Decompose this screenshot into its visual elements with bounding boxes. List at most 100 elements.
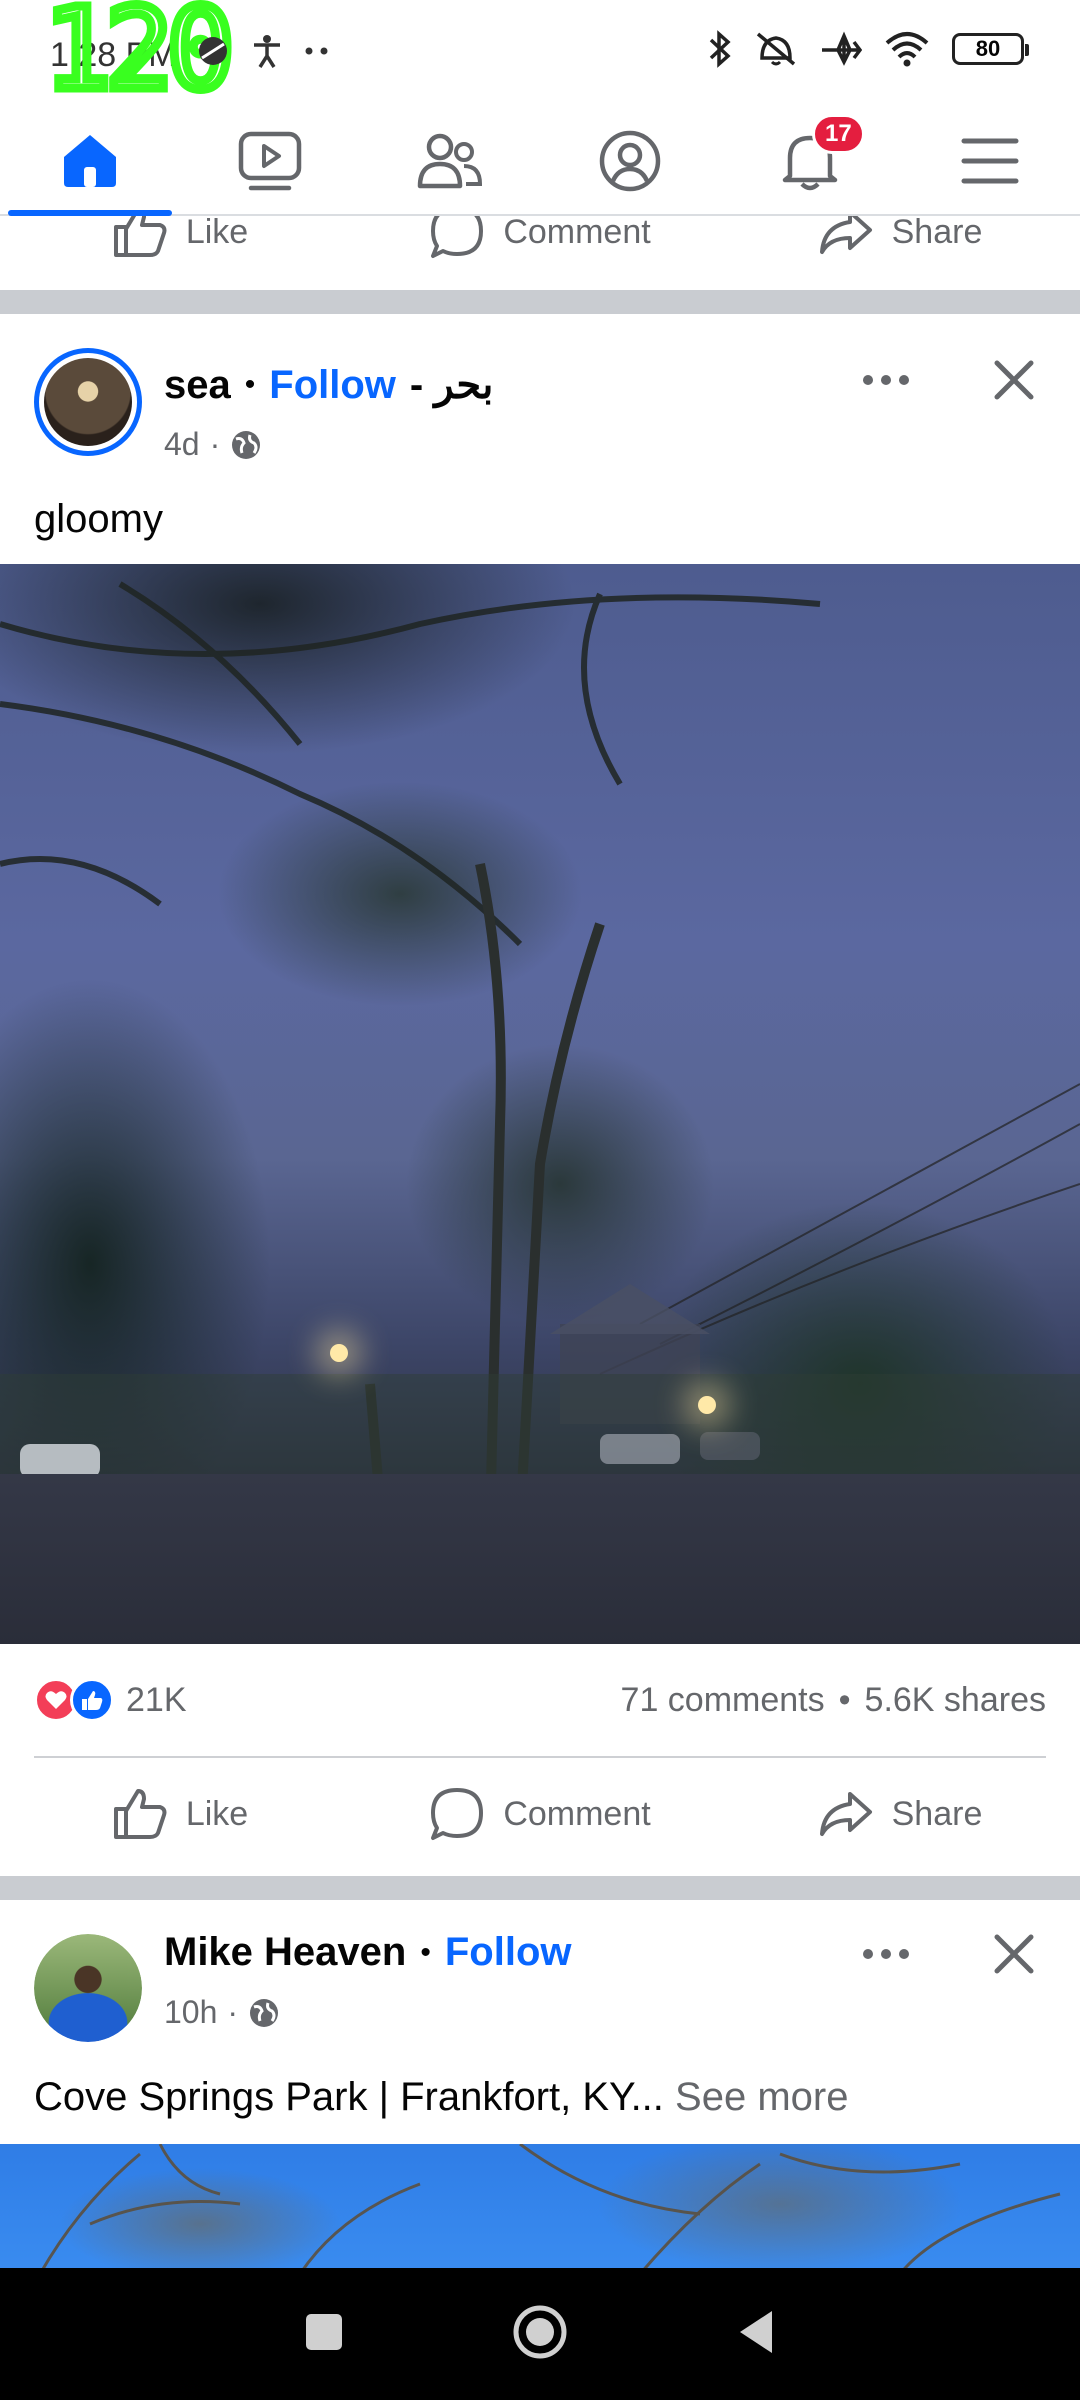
post-meta: 10h · (164, 1994, 280, 2031)
author-avatar[interactable] (34, 348, 142, 456)
share-label: Share (891, 1794, 983, 1833)
tab-video[interactable] (180, 108, 360, 214)
home-icon (64, 135, 116, 187)
wifi-icon (885, 32, 929, 67)
post-header: sea • Follow - بحر 4d · (0, 314, 1080, 494)
tab-profile[interactable] (540, 108, 720, 214)
like-label: Like (185, 216, 249, 251)
like-icon (113, 1789, 167, 1839)
home-circle-icon (513, 2305, 567, 2358)
airplane-mode-icon (822, 31, 862, 66)
post-image[interactable] (0, 2144, 1080, 2274)
tab-home[interactable] (0, 108, 180, 216)
recents-icon (306, 2313, 342, 2350)
feed-post: Mike Heaven • Follow 10h · Cove Springs … (0, 1900, 1080, 2274)
street-lamp (698, 1396, 716, 1414)
author-line: sea • Follow - بحر (164, 362, 493, 408)
comment-button[interactable]: Comment (360, 216, 720, 260)
recents-button[interactable] (304, 2312, 344, 2357)
post-text: gloomy (34, 497, 163, 541)
post-image[interactable] (0, 564, 1080, 1644)
tab-menu[interactable] (900, 108, 1080, 214)
menu-icon (961, 138, 1019, 184)
follow-button[interactable]: Follow (269, 363, 396, 408)
post-stats: 21K 71 comments • 5.6K shares (0, 1644, 1080, 1756)
friends-icon (417, 133, 483, 189)
share-icon (819, 216, 872, 254)
stats-separator: • (838, 1680, 851, 1719)
follow-button[interactable]: Follow (445, 1930, 572, 1975)
shares-count[interactable]: 5.6K shares (865, 1681, 1046, 1720)
reactions-summary[interactable]: 21K (34, 1678, 187, 1722)
post-header: Mike Heaven • Follow 10h · (0, 1900, 1080, 2050)
hide-post-button[interactable] (984, 1924, 1044, 1984)
comment-label: Comment (503, 216, 651, 251)
comment-button[interactable]: Comment (360, 1786, 720, 1842)
post-text: Cove Springs Park | Frankfort, KY... See… (0, 2050, 1080, 2144)
top-nav: 17 (0, 108, 1080, 216)
engagement-stats: 71 comments • 5.6K shares (621, 1681, 1046, 1720)
status-left-icons (196, 34, 330, 68)
globe-icon (250, 1998, 279, 2027)
hide-post-button[interactable] (984, 350, 1044, 410)
more-horizontal-icon (863, 375, 909, 385)
previous-post-actions: Like Comment Share (0, 216, 1080, 290)
back-triangle-icon (740, 2310, 772, 2353)
home-button[interactable] (512, 2304, 568, 2365)
more-notifications-icon (305, 47, 328, 55)
share-label: Share (891, 216, 983, 251)
post-time: 10h (164, 1994, 218, 2030)
like-label: Like (185, 1794, 249, 1833)
author-line: Mike Heaven • Follow (164, 1930, 572, 1975)
action-row: Like Comment Share (0, 1758, 1080, 1870)
tab-friends[interactable] (360, 108, 540, 214)
bare-branches-illustration (38, 2144, 1061, 2274)
separator-dot: • (244, 368, 256, 401)
author-name[interactable]: Mike Heaven (164, 1930, 406, 1975)
see-more-link[interactable]: See more (675, 2075, 848, 2119)
feed-post: sea • Follow - بحر 4d · gloomy 21K 71 co… (0, 314, 1080, 1870)
close-icon (994, 360, 1034, 400)
notification-badge: 17 (812, 114, 865, 154)
feed-divider (0, 1876, 1080, 1900)
accessibility-icon (254, 35, 280, 68)
like-button[interactable]: Like (0, 216, 360, 259)
screen: 1:28 PM 120 80 17 Like Comment Share sea… (0, 0, 1080, 2400)
road (0, 1474, 1080, 1644)
author-name[interactable]: sea (164, 363, 231, 408)
like-button[interactable]: Like (0, 1787, 360, 1841)
like-reaction-icon (70, 1678, 114, 1722)
comment-label: Comment (503, 1794, 651, 1833)
author-avatar[interactable] (34, 1934, 142, 2042)
tab-notifications[interactable]: 17 (720, 108, 900, 214)
close-icon (994, 1934, 1034, 1974)
bluetooth-icon (709, 30, 731, 68)
system-nav-bar (0, 2268, 1080, 2400)
globe-icon (232, 430, 261, 459)
vibrate-off-icon (756, 32, 796, 66)
more-options-button[interactable] (856, 350, 916, 410)
post-time: 4d (164, 426, 200, 462)
back-button[interactable] (736, 2309, 776, 2360)
post-caption: Cove Springs Park | Frankfort, KY... (34, 2075, 664, 2119)
meta-dot: · (227, 1994, 239, 2030)
street-lamp (330, 1344, 348, 1362)
comment-icon (431, 1788, 484, 1840)
share-icon (819, 1792, 872, 1836)
video-icon (238, 131, 302, 191)
reaction-count: 21K (126, 1680, 187, 1719)
comments-count[interactable]: 71 comments (621, 1681, 825, 1720)
feed-divider (0, 290, 1080, 314)
share-button[interactable]: Share (720, 1790, 1080, 1838)
profile-icon (599, 130, 661, 192)
comment-icon (431, 216, 484, 258)
status-right-icons: 80 (708, 30, 1029, 68)
share-button[interactable]: Share (720, 216, 1080, 256)
like-icon (113, 216, 167, 257)
post-meta: 4d · (164, 426, 262, 463)
separator-dot: • (420, 1935, 431, 1969)
more-options-button[interactable] (856, 1924, 916, 1984)
status-bar: 1:28 PM 120 80 (0, 0, 1080, 111)
meta-dot: · (209, 426, 221, 462)
battery-indicator: 80 (952, 33, 1029, 65)
